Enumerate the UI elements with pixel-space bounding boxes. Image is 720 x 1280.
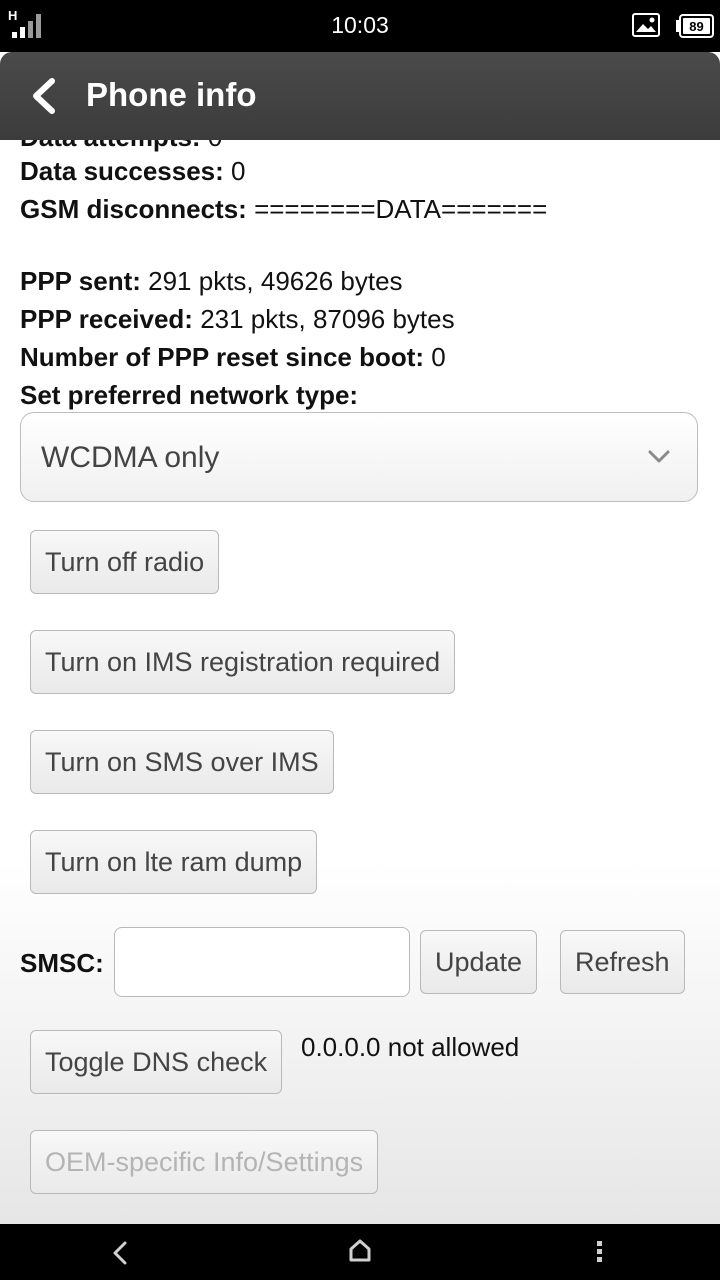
oem-settings-button: OEM-specific Info/Settings: [30, 1130, 379, 1194]
battery-icon: 89: [676, 14, 714, 38]
turn-off-radio-button[interactable]: Turn off radio: [30, 530, 220, 594]
home-icon[interactable]: [348, 1238, 372, 1264]
lte-ram-dump-button[interactable]: Turn on lte ram dump: [30, 830, 318, 894]
ppp-received-value: 231 pkts, 87096 bytes: [200, 304, 455, 334]
ppp-sent-value: 291 pkts, 49626 bytes: [148, 266, 403, 296]
battery-level-text: 89: [689, 19, 703, 34]
image-icon: [632, 13, 660, 37]
network-type-label: Set preferred network type:: [20, 380, 359, 410]
back-icon[interactable]: [110, 1240, 130, 1266]
gsm-disconnects-value: ========DATA=======: [254, 194, 548, 224]
toggle-dns-check-button[interactable]: Toggle DNS check: [30, 1030, 283, 1094]
data-attempts-label: Data attempts:: [20, 140, 201, 152]
phone-info-content[interactable]: Data attempts: 0 Data successes: 0 GSM d…: [0, 140, 720, 1224]
status-bar: H 10:03 89: [0, 0, 720, 52]
ims-registration-button[interactable]: Turn on IMS registration required: [30, 630, 456, 694]
ppp-received-label: PPP received:: [20, 304, 193, 334]
dns-status-text: 0.0.0.0 not allowed: [301, 1032, 520, 1062]
page-title: Phone info: [86, 76, 257, 113]
network-type-select[interactable]: WCDMA only: [20, 412, 698, 502]
network-type-selected: WCDMA only: [41, 441, 220, 474]
chevron-down-icon: [648, 450, 670, 463]
status-clock: 10:03: [331, 12, 389, 38]
chevron-left-icon[interactable]: [28, 78, 58, 114]
menu-icon[interactable]: [596, 1240, 604, 1264]
data-attempts-row: Data attempts: 0: [20, 140, 222, 153]
sms-over-ims-button[interactable]: Turn on SMS over IMS: [30, 730, 334, 794]
ppp-sent-label: PPP sent:: [20, 266, 141, 296]
data-attempts-value: 0: [208, 140, 222, 152]
data-successes-row: Data successes: 0: [20, 156, 246, 187]
smsc-refresh-button[interactable]: Refresh: [560, 930, 685, 994]
smsc-input[interactable]: [114, 927, 410, 997]
gsm-disconnects-label: GSM disconnects:: [20, 194, 247, 224]
data-successes-value: 0: [231, 156, 246, 186]
ppp-reset-value: 0: [431, 342, 446, 372]
smsc-label: SMSC:: [20, 948, 104, 978]
ppp-reset-label: Number of PPP reset since boot:: [20, 342, 425, 372]
ppp-reset-row: Number of PPP reset since boot: 0: [20, 342, 446, 373]
navigation-bar: [0, 1224, 720, 1280]
gsm-disconnects-row: GSM disconnects: ========DATA=======: [20, 194, 547, 225]
action-bar: Phone info: [0, 52, 720, 140]
ppp-sent-row: PPP sent: 291 pkts, 49626 bytes: [20, 266, 403, 297]
data-successes-label: Data successes:: [20, 156, 224, 186]
smsc-update-button[interactable]: Update: [420, 930, 538, 994]
network-type-row: Set preferred network type:: [20, 380, 358, 411]
ppp-received-row: PPP received: 231 pkts, 87096 bytes: [20, 304, 455, 335]
